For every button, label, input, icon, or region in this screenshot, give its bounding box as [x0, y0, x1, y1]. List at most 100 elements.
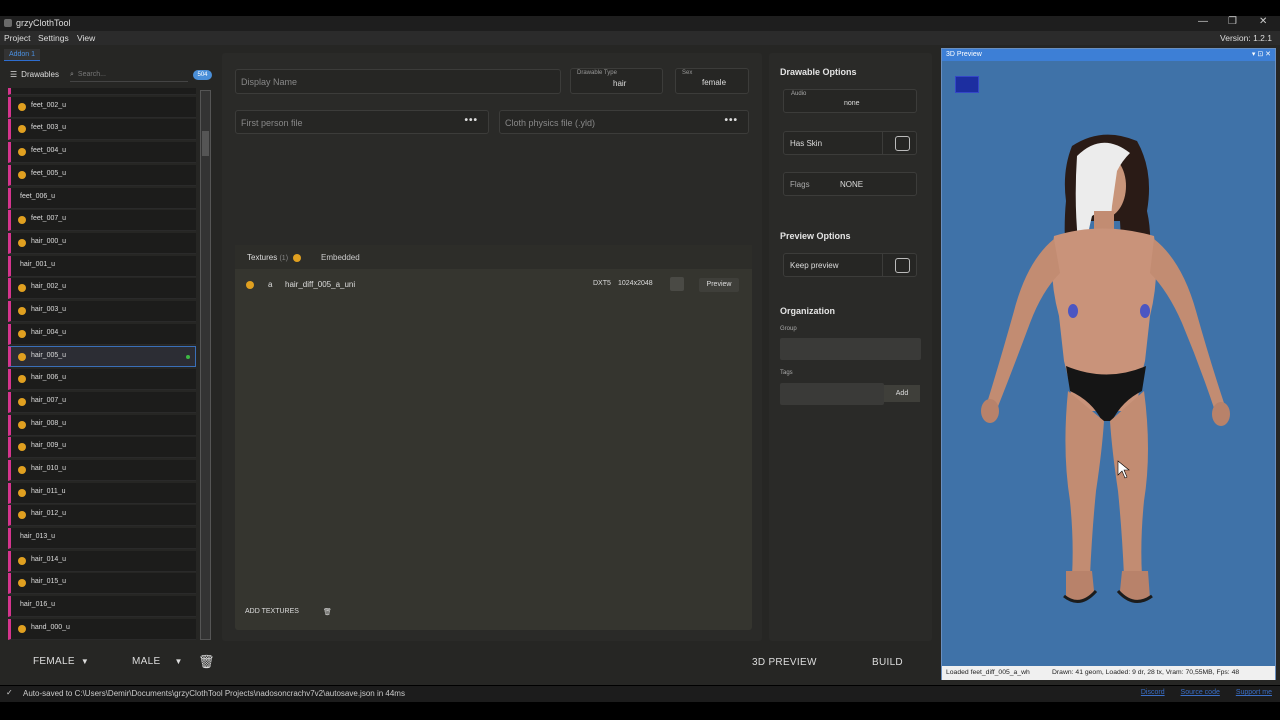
drawable-list-item[interactable]: hair_000_u: [8, 232, 196, 254]
audio-select[interactable]: Audio none: [783, 89, 917, 113]
delete-drawable-button[interactable]: 🗑: [198, 654, 215, 670]
support-me-link[interactable]: Support me: [1236, 689, 1272, 696]
drawable-list-item[interactable]: hair_015_u: [8, 573, 196, 595]
drawable-label: feet_004_u: [31, 147, 67, 155]
drawable-list-item[interactable]: feet_002_u: [8, 96, 196, 118]
warning-icon: [18, 216, 26, 225]
drawable-list-item[interactable]: feet_003_u: [8, 119, 196, 141]
tab-textures-label: Textures: [247, 253, 278, 262]
check-icon: ✓: [6, 688, 13, 697]
viewport-status-bar: Loaded feet_diff_005_a_wh Drawn: 41 geom…: [942, 666, 1275, 680]
male-dropdown[interactable]: MALE ▼: [132, 656, 183, 667]
male-label: MALE: [132, 656, 161, 667]
tags-input[interactable]: [780, 383, 884, 405]
tab-embedded[interactable]: Embedded: [321, 253, 360, 262]
drawable-list-item[interactable]: hair_007_u: [8, 391, 196, 413]
drawable-list-item[interactable]: hand_000_u: [8, 618, 196, 640]
search-input[interactable]: Search...: [78, 71, 106, 78]
drawable-list-item[interactable]: feet_001_u: [8, 88, 196, 95]
group-input[interactable]: [780, 338, 921, 360]
menu-view[interactable]: View: [77, 33, 95, 43]
drawable-list-item[interactable]: hair_013_u: [8, 528, 196, 549]
menu-bar: Project Settings View Version: 1.2.1: [0, 31, 1280, 45]
cloth-physics-file-field[interactable]: Cloth physics file (.yld) •••: [499, 110, 749, 134]
texture-name: hair_diff_005_a_uni: [285, 280, 356, 289]
drawable-list-item[interactable]: feet_006_u: [8, 187, 196, 209]
search-box[interactable]: ⌕ Search...: [70, 68, 188, 82]
keep-preview-checkbox[interactable]: [895, 258, 910, 273]
drawable-label: hair_015_u: [31, 578, 67, 586]
first-person-file-field[interactable]: First person file •••: [235, 110, 489, 134]
browse-first-person-button[interactable]: •••: [464, 115, 478, 126]
has-skin-checkbox[interactable]: [895, 136, 910, 151]
has-skin-option[interactable]: Has Skin: [783, 131, 917, 155]
warning-icon: [18, 465, 26, 474]
scroll-thumb[interactable]: [202, 131, 209, 156]
cloth-physics-placeholder: Cloth physics file (.yld): [505, 118, 596, 128]
browse-cloth-physics-button[interactable]: •••: [724, 115, 738, 126]
drawable-label: feet_005_u: [31, 169, 67, 177]
drawable-options-title: Drawable Options: [780, 67, 857, 77]
drawable-list-item[interactable]: hair_002_u: [8, 278, 196, 300]
drawable-list-item[interactable]: hair_005_u: [8, 346, 196, 368]
drawable-label: hair_000_u: [31, 237, 67, 245]
flags-value: NONE: [840, 180, 864, 189]
tab-textures[interactable]: Textures (1): [247, 253, 302, 262]
keep-preview-option[interactable]: Keep preview: [783, 253, 917, 277]
drawable-list-item[interactable]: hair_004_u: [8, 323, 196, 345]
list-scrollbar[interactable]: [200, 90, 211, 640]
drawable-list-item[interactable]: feet_004_u: [8, 142, 196, 164]
add-tag-button[interactable]: Add: [884, 385, 920, 402]
autosave-message: Auto-saved to C:\Users\Demir\Documents\g…: [23, 689, 405, 698]
maximize-button[interactable]: ❐: [1228, 16, 1237, 27]
warning-icon: [18, 556, 26, 565]
drawable-list-item[interactable]: hair_006_u: [8, 369, 196, 391]
drawable-label: hair_011_u: [31, 487, 66, 495]
drawable-list-item[interactable]: hair_001_u: [8, 255, 196, 277]
drawable-label: feet_006_u: [20, 192, 56, 200]
warning-icon: [18, 397, 26, 406]
discord-link[interactable]: Discord: [1141, 689, 1165, 696]
tab-textures-count: (1): [279, 255, 289, 262]
drawable-list-item[interactable]: hair_009_u: [8, 437, 196, 459]
warning-icon: [18, 125, 26, 134]
close-window-button[interactable]: ✕: [1259, 16, 1267, 27]
delete-texture-button[interactable]: 🗑: [323, 608, 332, 616]
viewport-window-controls[interactable]: ▾ ⊡ ✕: [1252, 49, 1271, 61]
3d-viewport-canvas[interactable]: [942, 61, 1275, 667]
texture-row[interactable]: a hair_diff_005_a_uni DXT5 1024x2048 Pre…: [235, 275, 752, 295]
display-name-field[interactable]: Display Name: [235, 69, 561, 94]
source-code-link[interactable]: Source code: [1181, 689, 1220, 696]
drawable-list-item[interactable]: hair_016_u: [8, 596, 196, 618]
drawable-list-item[interactable]: hair_014_u: [8, 550, 196, 572]
warning-icon: [18, 307, 26, 315]
female-dropdown[interactable]: FEMALE ▼: [33, 656, 89, 667]
audio-value: none: [844, 100, 860, 107]
addon-tab[interactable]: Addon 1: [4, 49, 40, 61]
drawable-list-item[interactable]: hair_011_u: [8, 482, 196, 504]
build-button[interactable]: BUILD: [872, 657, 903, 668]
flags-select[interactable]: Flags NONE: [783, 172, 917, 196]
drawable-list-item[interactable]: hair_012_u: [8, 505, 196, 527]
search-icon: ⌕: [70, 71, 74, 78]
minimize-button[interactable]: —: [1198, 16, 1208, 27]
drawable-list-item[interactable]: feet_007_u: [8, 210, 196, 232]
selected-indicator-icon: [186, 355, 190, 360]
warning-icon: [18, 102, 26, 111]
menu-project[interactable]: Project: [4, 33, 30, 43]
texture-preview-button[interactable]: Preview: [699, 278, 739, 292]
drawable-type-label: Drawable Type: [577, 70, 617, 76]
drawable-list-item[interactable]: feet_005_u: [8, 164, 196, 186]
title-bar: grzyClothTool — ❐ ✕: [0, 16, 1280, 31]
list-icon: ☰: [10, 70, 18, 79]
sex-select[interactable]: Sex female: [675, 68, 749, 94]
menu-settings[interactable]: Settings: [38, 33, 69, 43]
drawable-label: feet_007_u: [31, 215, 67, 223]
drawable-list-item[interactable]: hair_003_u: [8, 301, 196, 322]
warning-icon: [293, 253, 302, 262]
add-textures-button[interactable]: ADD TEXTURES: [245, 608, 299, 615]
drawable-type-select[interactable]: Drawable Type hair: [570, 68, 663, 94]
drawable-list-item[interactable]: hair_010_u: [8, 459, 196, 481]
drawable-list-item[interactable]: hair_008_u: [8, 414, 196, 436]
3d-preview-button[interactable]: 3D PREVIEW: [752, 657, 817, 668]
